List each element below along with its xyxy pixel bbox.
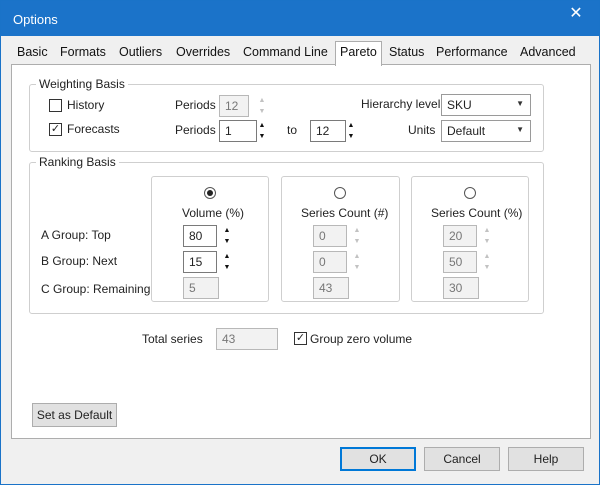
spin-down-icon[interactable]: ▼ [255, 106, 269, 117]
series-count-num-title: Series Count (#) [301, 206, 389, 220]
history-label: History [67, 98, 105, 112]
volume-c-field: 5 [183, 277, 219, 299]
forecasts-label: Forecasts [67, 122, 120, 136]
spin-up-icon[interactable]: ▲ [480, 251, 494, 262]
series-count-pct-b-field[interactable]: 50 [443, 251, 477, 273]
spin-down-icon[interactable]: ▼ [255, 131, 269, 142]
volume-b-field[interactable]: 15 [183, 251, 217, 273]
spin-down-icon[interactable]: ▼ [350, 262, 364, 273]
spin-up-icon[interactable]: ▲ [480, 225, 494, 236]
forecasts-from-spinner[interactable]: ▲ ▼ [255, 120, 269, 142]
spin-up-icon[interactable]: ▲ [220, 251, 234, 262]
a-group-label: A Group: Top [41, 228, 111, 242]
series-count-num-c-field: 43 [313, 277, 349, 299]
series-count-pct-radio[interactable] [464, 187, 476, 199]
forecasts-to-field[interactable]: 12 [310, 120, 346, 142]
series-count-pct-a-field[interactable]: 20 [443, 225, 477, 247]
spin-up-icon[interactable]: ▲ [350, 251, 364, 262]
series-count-pct-b-spinner[interactable]: ▲ ▼ [480, 251, 494, 273]
group-zero-volume-label: Group zero volume [310, 332, 413, 346]
options-dialog: Options ✕ Basic Formats Outliers Overrid… [0, 0, 600, 485]
spin-down-icon[interactable]: ▼ [350, 236, 364, 247]
spin-up-icon[interactable]: ▲ [350, 225, 364, 236]
forecasts-to-spinner[interactable]: ▲ ▼ [344, 120, 358, 142]
series-count-num-column: Series Count (#) 0 ▲ ▼ 0 ▲ ▼ 43 [281, 176, 400, 302]
ranking-basis-group: Ranking Basis A Group: Top B Group: Next… [29, 155, 544, 314]
spin-up-icon[interactable]: ▲ [255, 120, 269, 131]
to-label: to [287, 123, 298, 137]
tab-formats[interactable]: Formats [60, 45, 106, 65]
pareto-panel: Weighting Basis History Periods 12 ▲ ▼ ✓… [11, 64, 591, 439]
history-checkbox[interactable] [49, 99, 62, 112]
close-icon[interactable]: ✕ [553, 1, 599, 31]
tab-outliers[interactable]: Outliers [119, 45, 162, 65]
spin-down-icon[interactable]: ▼ [480, 236, 494, 247]
title-bar: Options ✕ [1, 1, 599, 36]
series-count-num-a-spinner[interactable]: ▲ ▼ [350, 225, 364, 247]
history-periods-label: Periods [175, 98, 216, 112]
chevron-down-icon: ▼ [516, 125, 524, 134]
weighting-basis-group: Weighting Basis History Periods 12 ▲ ▼ ✓… [29, 77, 544, 152]
series-count-pct-c-field: 30 [443, 277, 479, 299]
history-periods-field[interactable]: 12 [219, 95, 249, 117]
volume-a-field[interactable]: 80 [183, 225, 217, 247]
hierarchy-level-value: SKU [447, 98, 472, 112]
tab-strip: Basic Formats Outliers Overrides Command… [11, 41, 591, 66]
tab-overrides[interactable]: Overrides [176, 45, 230, 65]
total-series-label: Total series [142, 332, 203, 346]
b-group-label: B Group: Next [41, 254, 118, 268]
spin-down-icon[interactable]: ▼ [220, 262, 234, 273]
series-count-num-a-field[interactable]: 0 [313, 225, 347, 247]
tab-status[interactable]: Status [389, 45, 424, 65]
hierarchy-level-select[interactable]: SKU ▼ [441, 94, 531, 116]
series-count-num-b-field[interactable]: 0 [313, 251, 347, 273]
weighting-basis-legend: Weighting Basis [36, 77, 128, 91]
volume-title: Volume (%) [182, 206, 245, 220]
history-periods-spinner[interactable]: ▲ ▼ [255, 95, 269, 117]
series-count-num-radio[interactable] [334, 187, 346, 199]
series-count-num-b-spinner[interactable]: ▲ ▼ [350, 251, 364, 273]
units-select[interactable]: Default ▼ [441, 120, 531, 142]
series-count-pct-a-spinner[interactable]: ▲ ▼ [480, 225, 494, 247]
spin-down-icon[interactable]: ▼ [220, 236, 234, 247]
spin-up-icon[interactable]: ▲ [344, 120, 358, 131]
spin-up-icon[interactable]: ▲ [220, 225, 234, 236]
forecasts-periods-label: Periods [175, 123, 216, 137]
units-label: Units [408, 123, 436, 137]
ok-button[interactable]: OK [340, 447, 416, 471]
series-count-pct-title: Series Count (%) [431, 206, 523, 220]
radio-selected-dot [207, 190, 213, 196]
tab-performance[interactable]: Performance [436, 45, 508, 65]
total-series-field: 43 [216, 328, 278, 350]
volume-b-spinner[interactable]: ▲ ▼ [220, 251, 234, 273]
volume-column: Volume (%) 80 ▲ ▼ 15 ▲ ▼ 5 [151, 176, 269, 302]
help-button[interactable]: Help [508, 447, 584, 471]
volume-a-spinner[interactable]: ▲ ▼ [220, 225, 234, 247]
spin-down-icon[interactable]: ▼ [344, 131, 358, 142]
series-count-pct-column: Series Count (%) 20 ▲ ▼ 50 ▲ ▼ 30 [411, 176, 529, 302]
set-as-default-button[interactable]: Set as Default [32, 403, 117, 427]
ranking-basis-legend: Ranking Basis [36, 155, 119, 169]
window-title: Options [13, 12, 58, 27]
tab-command-line[interactable]: Command Line [243, 45, 328, 65]
volume-radio[interactable] [204, 187, 216, 199]
units-value: Default [447, 124, 486, 138]
forecasts-from-field[interactable]: 1 [219, 120, 257, 142]
spin-down-icon[interactable]: ▼ [480, 262, 494, 273]
hierarchy-level-label: Hierarchy level [361, 97, 441, 111]
chevron-down-icon: ▼ [516, 99, 524, 108]
spin-up-icon[interactable]: ▲ [255, 95, 269, 106]
cancel-button[interactable]: Cancel [424, 447, 500, 471]
tab-advanced[interactable]: Advanced [520, 45, 576, 65]
tab-basic[interactable]: Basic [17, 45, 48, 65]
tab-pareto[interactable]: Pareto [335, 41, 382, 66]
group-zero-volume-checkbox[interactable]: ✓ [294, 332, 307, 345]
forecasts-checkbox[interactable]: ✓ [49, 123, 62, 136]
c-group-label: C Group: Remaining [41, 282, 151, 296]
